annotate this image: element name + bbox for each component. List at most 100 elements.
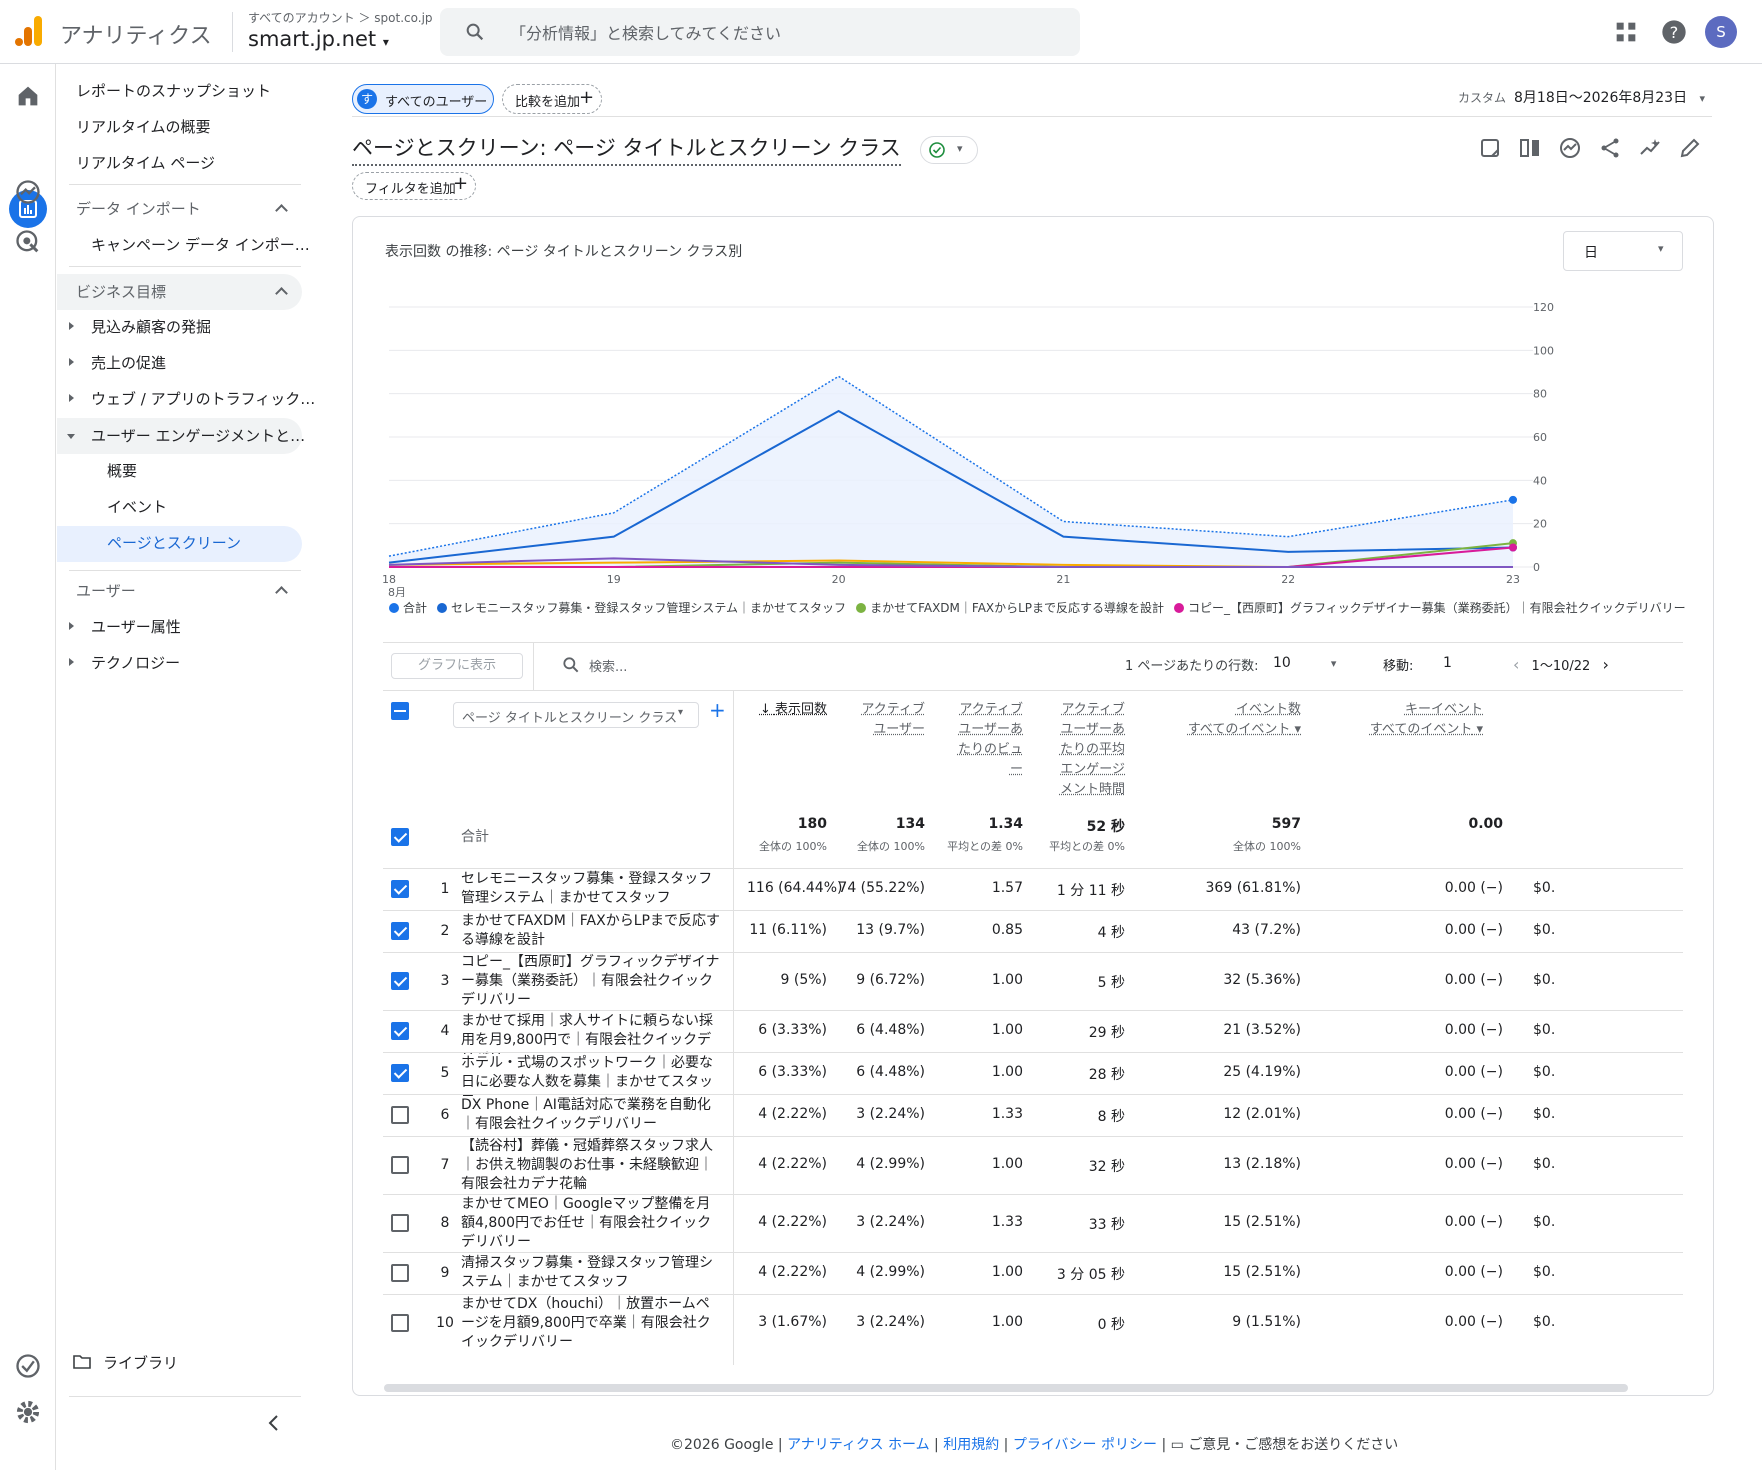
sidebar-item-demographics[interactable]: ユーザー属性 — [91, 616, 181, 637]
table-row[interactable]: 8 まかせてMEO｜Googleマップ整備を月額4,800円でお任せ｜有限会社ク… — [383, 1194, 1683, 1252]
page-title[interactable]: ページとスクリーン: ページ タイトルとスクリーン クラス — [352, 132, 901, 166]
row-title[interactable]: まかせてFAXDM｜FAXからLPまで反応する導線を設計 — [461, 912, 723, 954]
row-title[interactable]: 清掃スタッフ募集・登録スタッフ管理システム｜まかせてスタッフ — [461, 1254, 723, 1296]
help-icon[interactable]: ? — [1660, 18, 1688, 46]
table-row[interactable]: 9 清掃スタッフ募集・登録スタッフ管理システム｜まかせてスタッフ 4 (2.22%… — [383, 1252, 1683, 1294]
row-title[interactable]: まかせて採用｜求人サイトに頼らない採用を月9,800円で｜有限会社クイックデリバ… — [461, 1012, 723, 1054]
row-checkbox[interactable] — [391, 922, 409, 940]
chevron-up-icon[interactable] — [275, 204, 288, 217]
sidebar-section-user[interactable]: ユーザー — [76, 580, 136, 601]
footer-privacy-link[interactable]: プライバシー ポリシー — [1013, 1437, 1157, 1453]
row-title[interactable]: DX Phone｜AI電話対応で業務を自動化｜有限会社クイックデリバリー — [461, 1096, 723, 1138]
col-header-views-per-user[interactable]: アクティブ ユーザーあたりのビュー — [951, 700, 1023, 780]
analytics-logo-icon[interactable] — [14, 14, 44, 48]
rows-per-page-select[interactable]: 10 ▾ — [1273, 655, 1336, 671]
select-all-checkbox[interactable] — [391, 702, 409, 720]
legend-item[interactable]: まかせてFAXDM｜FAXからLPまで反応する導線を設計 — [856, 599, 1164, 616]
sidebar-item-realtime-overview[interactable]: リアルタイムの概要 — [76, 116, 211, 137]
sidebar-item-events[interactable]: イベント — [107, 496, 167, 517]
row-checkbox[interactable] — [391, 1106, 409, 1124]
gear-icon[interactable] — [14, 1398, 42, 1426]
col-header-key-events[interactable]: キーイベント すべてのイベント ▾ — [1355, 700, 1483, 740]
insights-icon[interactable] — [1558, 136, 1582, 160]
sidebar-item-realtime-pages[interactable]: リアルタイム ページ — [76, 152, 215, 173]
table-row[interactable]: 2 まかせてFAXDM｜FAXからLPまで反応する導線を設計 11 (6.11%)… — [383, 910, 1683, 952]
events-filter[interactable]: すべてのイベント — [1188, 722, 1291, 737]
sidebar-item-leads[interactable]: 見込み顧客の発掘 — [91, 316, 211, 337]
sidebar-section-business[interactable]: ビジネス目標 — [76, 281, 166, 302]
table-search-input[interactable]: 検索... — [589, 656, 627, 675]
table-row[interactable]: 1 セレモニースタッフ募集・登録スタッフ管理システム｜まかせてスタッフ 116 (… — [383, 868, 1683, 910]
horizontal-scrollbar[interactable] — [384, 1384, 1628, 1392]
home-icon[interactable] — [14, 82, 42, 110]
prev-page-icon[interactable]: ‹ — [1513, 655, 1519, 674]
row-title[interactable]: 【読谷村】葬儀・冠婚葬祭スタッフ求人｜お供え物調製のお仕事・未経験歓迎｜有限会社… — [461, 1137, 723, 1195]
row-checkbox[interactable] — [391, 972, 409, 990]
row-checkbox[interactable] — [391, 1214, 409, 1232]
date-range-selector[interactable]: 8月18日～2026年8月23日 ▾ — [1514, 87, 1705, 107]
save-report-icon[interactable] — [1478, 136, 1502, 160]
add-dimension-icon[interactable]: + — [709, 698, 726, 722]
table-row[interactable]: 10 まかせてDX（houchi）｜放置ホームページを月額9,800円で卒業｜有… — [383, 1294, 1683, 1352]
row-title[interactable]: まかせてMEO｜Googleマップ整備を月額4,800円でお任せ｜有限会社クイッ… — [461, 1195, 723, 1253]
col-header-avg-engagement[interactable]: アクティブ ユーザーあたりの平均エンゲージメント時間 — [1051, 700, 1125, 800]
next-page-icon[interactable]: › — [1602, 655, 1608, 674]
apps-grid-icon[interactable] — [1612, 18, 1640, 46]
table-row[interactable]: 6 DX Phone｜AI電話対応で業務を自動化｜有限会社クイックデリバリー 4 … — [383, 1094, 1683, 1136]
legend-item[interactable]: セレモニースタッフ募集・登録スタッフ管理システム｜まかせてスタッフ — [437, 599, 846, 616]
row-title[interactable]: ホテル・式場のスポットワーク｜必要な日に必要な人数を募集｜まかせてスタッフ — [461, 1054, 723, 1096]
sidebar-section-data-import[interactable]: データ インポート — [76, 198, 201, 219]
row-title[interactable]: セレモニースタッフ募集・登録スタッフ管理システム｜まかせてスタッフ — [461, 870, 723, 912]
row-title[interactable]: まかせてDX（houchi）｜放置ホームページを月額9,800円で卒業｜有限会社… — [461, 1295, 723, 1353]
row-checkbox[interactable] — [391, 1022, 409, 1040]
sidebar-item-technology[interactable]: テクノロジー — [91, 652, 180, 673]
row-checkbox[interactable] — [391, 1156, 409, 1174]
sidebar-item-library[interactable]: ライブラリ — [103, 1352, 178, 1373]
table-row[interactable]: 7 【読谷村】葬儀・冠婚葬祭スタッフ求人｜お供え物調製のお仕事・未経験歓迎｜有限… — [383, 1136, 1683, 1194]
totals-checkbox[interactable] — [391, 828, 409, 846]
sidebar-item-traffic[interactable]: ウェブ / アプリのトラフィック… — [91, 388, 315, 409]
legend-item[interactable]: 合計 — [389, 599, 427, 616]
show-in-graph-button[interactable]: グラフに表示 — [391, 653, 523, 679]
col-header-views[interactable]: ↓ 表示回数 — [747, 700, 827, 720]
table-row[interactable]: 5 ホテル・式場のスポットワーク｜必要な日に必要な人数を募集｜まかせてスタッフ 6… — [383, 1052, 1683, 1096]
chevron-up-icon[interactable] — [275, 586, 288, 599]
collapse-sidebar-icon[interactable] — [267, 1414, 281, 1432]
sidebar-item-pages-screens[interactable]: ページとスクリーン — [107, 532, 241, 553]
table-row[interactable]: 4 まかせて採用｜求人サイトに頼らない採用を月9,800円で｜有限会社クイックデ… — [383, 1010, 1683, 1054]
search-bar[interactable]: 「分析情報」と検索してみてください — [440, 8, 1080, 56]
dimension-selector[interactable]: ページ タイトルとスクリーン クラス ▾ — [453, 702, 699, 728]
row-title[interactable]: コピー_【西原町】グラフィックデザイナー募集（業務委託）｜有限会社クイックデリバ… — [461, 953, 723, 1011]
add-filter-button[interactable]: フィルタを追加 + — [352, 172, 476, 200]
compare-columns-icon[interactable] — [1518, 136, 1542, 160]
advertising-icon[interactable] — [14, 228, 42, 256]
footer-home-link[interactable]: アナリティクス ホーム — [787, 1437, 930, 1453]
check-circle-icon[interactable] — [14, 1352, 42, 1380]
property-selector[interactable]: smart.jp.net ▾ — [248, 27, 389, 51]
sidebar-item-campaign-import[interactable]: キャンペーン データ インポー… — [91, 234, 310, 255]
row-checkbox[interactable] — [391, 1314, 409, 1332]
row-checkbox[interactable] — [391, 880, 409, 898]
all-users-chip[interactable]: す すべてのユーザー — [352, 84, 494, 114]
edit-pencil-icon[interactable] — [1678, 136, 1702, 160]
col-header-active-users[interactable]: アクティブ ユーザー — [861, 700, 925, 740]
sidebar-item-snapshot[interactable]: レポートのスナップショット — [76, 80, 271, 101]
sidebar-item-overview[interactable]: 概要 — [107, 460, 137, 481]
col-header-events[interactable]: イベント数 すべてのイベント ▾ — [1173, 700, 1301, 740]
sidebar-item-engagement[interactable]: ユーザー エンゲージメントと… — [91, 425, 305, 446]
granularity-select[interactable]: 日 ▾ — [1563, 231, 1683, 271]
share-icon[interactable] — [1598, 136, 1622, 160]
avatar[interactable]: S — [1705, 16, 1737, 48]
data-quality-chip[interactable]: ▾ — [920, 136, 978, 164]
goto-page-input[interactable]: 1 — [1443, 655, 1452, 671]
key-events-filter[interactable]: すべてのイベント — [1370, 722, 1473, 737]
trend-spark-icon[interactable] — [1638, 136, 1662, 160]
row-checkbox[interactable] — [391, 1064, 409, 1082]
explore-icon[interactable] — [14, 178, 42, 206]
legend-item[interactable]: コピー_【西原町】グラフィックデザイナー募集（業務委託）｜有限会社クイックデリバ… — [1174, 599, 1686, 616]
footer-feedback-link[interactable]: ご意見・ご感想をお送りください — [1188, 1437, 1398, 1453]
footer-terms-link[interactable]: 利用規約 — [943, 1437, 999, 1453]
add-compare-button[interactable]: 比較を追加 + — [502, 84, 602, 114]
sidebar-item-sales[interactable]: 売上の促進 — [91, 352, 166, 373]
row-checkbox[interactable] — [391, 1264, 409, 1282]
